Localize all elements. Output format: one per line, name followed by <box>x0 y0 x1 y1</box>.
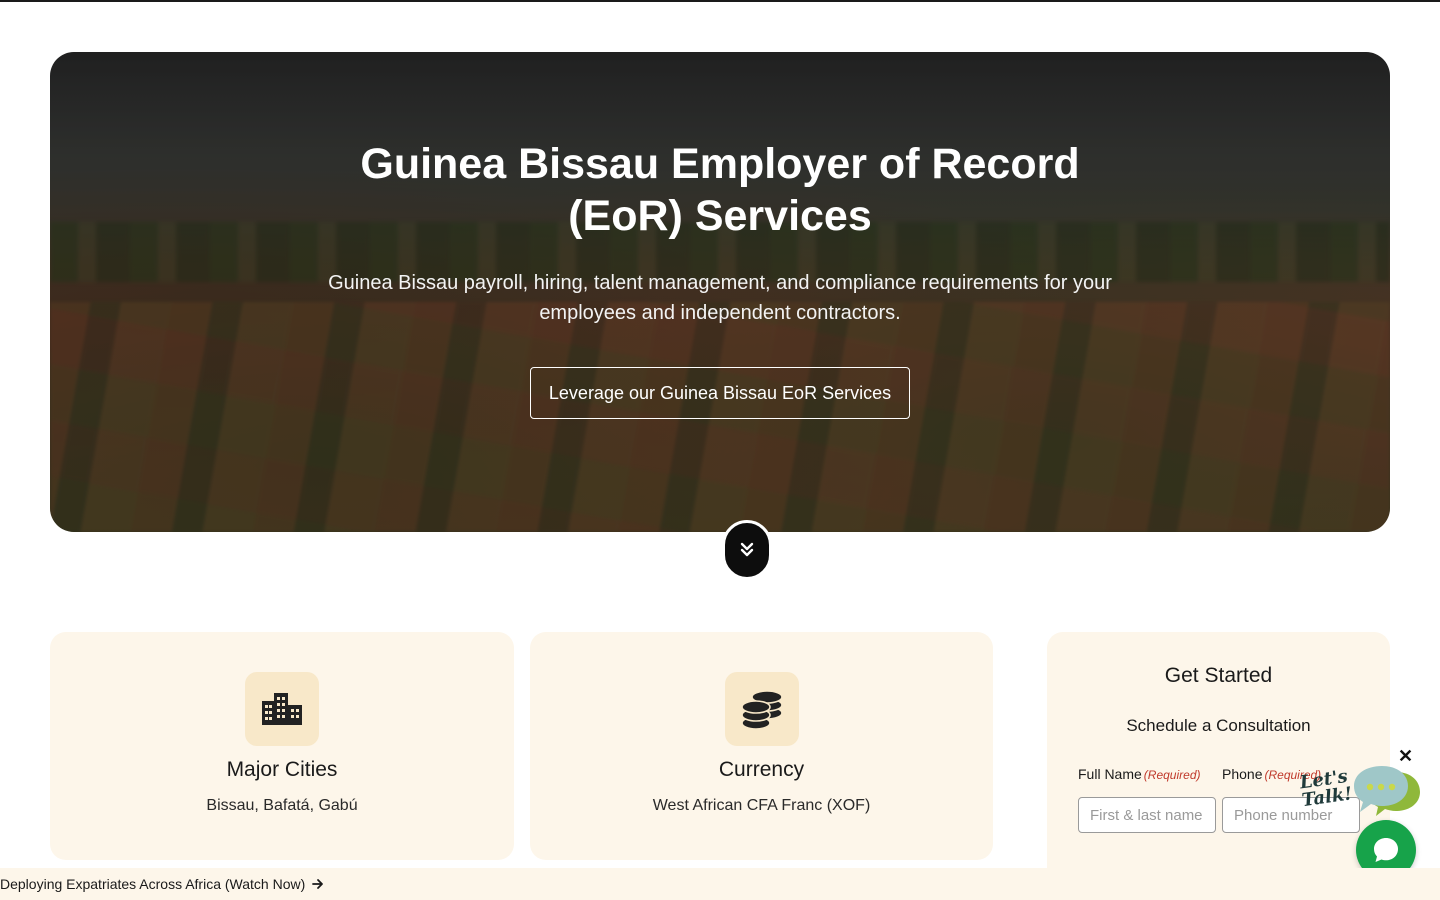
full-name-field[interactable] <box>1078 797 1216 833</box>
announcement-bar: Deploying Expatriates Across Africa (Wat… <box>0 868 1440 900</box>
hero-banner: Guinea Bissau Employer of Record (EoR) S… <box>50 52 1390 532</box>
major-cities-title: Major Cities <box>226 758 338 781</box>
lets-talk-bubble-icon[interactable]: Let's Talk! <box>1298 762 1422 824</box>
phone-label-text: Phone <box>1222 766 1263 782</box>
currency-value: West African CFA Franc (XOF) <box>652 797 871 814</box>
form-subtitle: Schedule a Consultation <box>1126 716 1311 735</box>
required-marker: (Required) <box>1143 768 1201 782</box>
hero-title: Guinea Bissau Employer of Record (EoR) S… <box>360 140 1080 240</box>
top-border <box>0 0 1440 2</box>
arrow-right-icon <box>312 879 324 889</box>
major-cities-card: Major Cities Bissau, Bafatá, Gabú <box>50 632 514 860</box>
currency-card: Currency West African CFA Franc (XOF) <box>530 632 993 860</box>
announcement-text: Deploying Expatriates Across Africa (Wat… <box>0 876 306 892</box>
icon-tile <box>724 672 799 746</box>
chat-bubble-icon <box>1374 838 1398 862</box>
full-name-label: Full Name (Required) <box>1078 766 1201 782</box>
double-chevron-down-icon <box>740 542 754 557</box>
coins-icon <box>740 690 783 730</box>
form-title: Get Started <box>1164 664 1273 687</box>
hero-subtitle: Guinea Bissau payroll, hiring, talent ma… <box>328 272 1112 324</box>
leverage-eor-services-button[interactable]: Leverage our Guinea Bissau EoR Services <box>530 367 910 419</box>
currency-title: Currency <box>718 758 805 781</box>
icon-tile <box>245 672 319 746</box>
full-name-label-text: Full Name <box>1078 766 1142 782</box>
buildings-icon <box>262 693 302 725</box>
scroll-down-button[interactable] <box>722 520 772 580</box>
announcement-link[interactable]: Deploying Expatriates Across Africa (Wat… <box>0 876 324 892</box>
major-cities-value: Bissau, Bafatá, Gabú <box>206 797 358 814</box>
